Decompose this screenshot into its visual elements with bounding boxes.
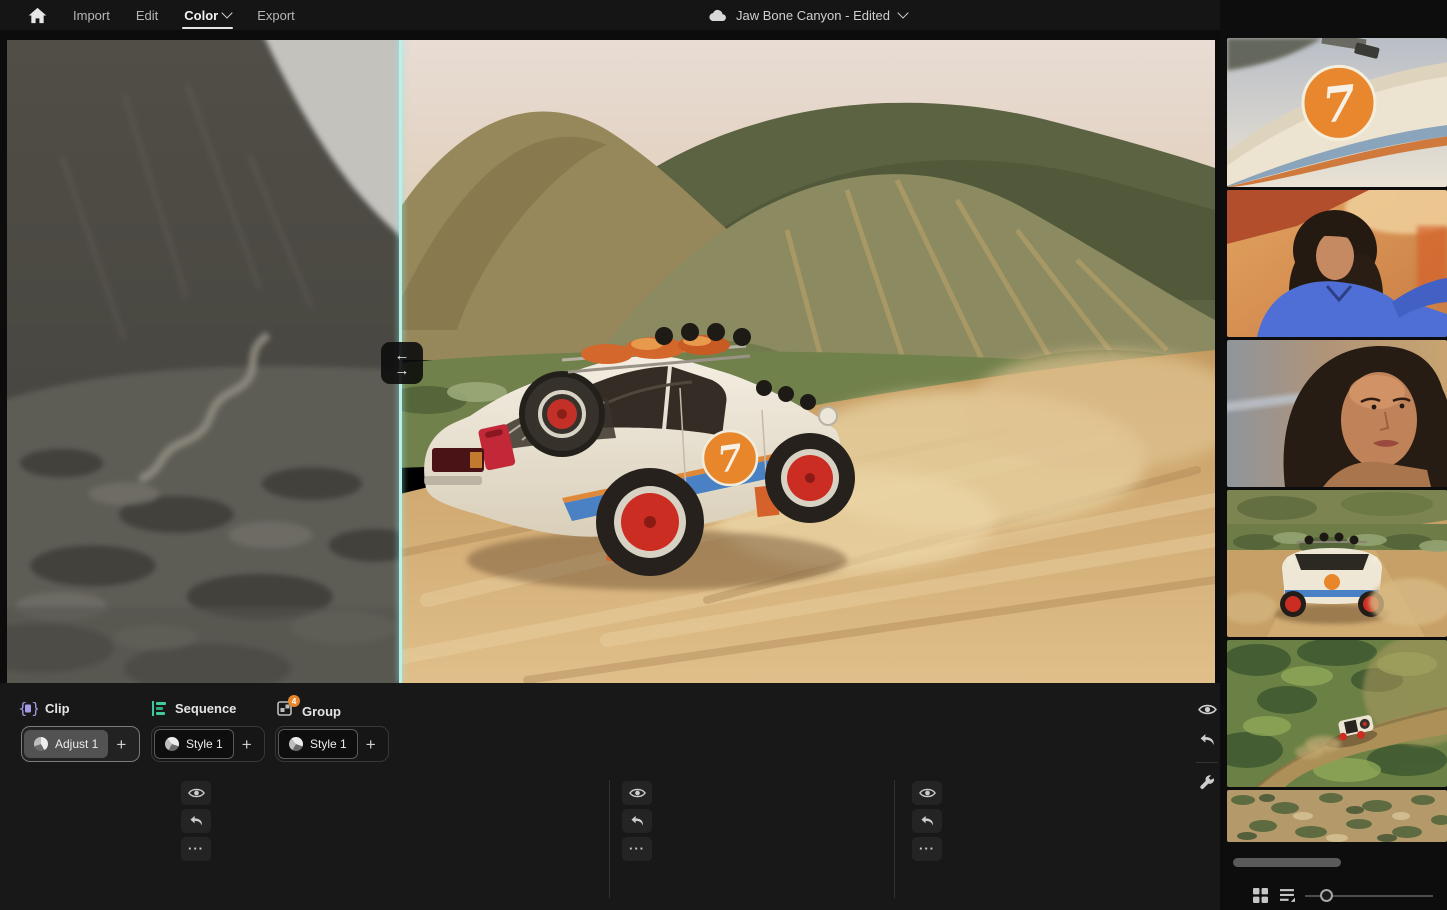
add-adjust-button[interactable]: + <box>108 736 134 753</box>
sequence-style-button[interactable]: Style 1 <box>154 729 234 759</box>
project-selector[interactable]: Jaw Bone Canyon - Edited <box>708 0 907 30</box>
basic-visibility-toggle[interactable] <box>181 781 211 805</box>
thumbnail-car-front[interactable] <box>1227 490 1447 637</box>
eye-icon <box>188 787 205 799</box>
panel-visibility-toggle[interactable] <box>1196 701 1218 717</box>
tab-clip[interactable]: { } Clip <box>18 700 70 717</box>
chevron-down-icon <box>897 7 908 18</box>
aerial-thumb-art <box>1227 640 1447 787</box>
style-pie-icon <box>162 734 182 754</box>
ellipsis-icon: ··· <box>188 844 204 854</box>
arrow-left-icon: ← <box>395 348 410 363</box>
chevron-down-icon <box>222 7 233 18</box>
group-divider <box>609 780 610 898</box>
ellipsis-icon: ··· <box>919 844 935 854</box>
group-count-badge: 4 <box>288 695 300 707</box>
detail-visibility-toggle[interactable] <box>912 781 942 805</box>
sequence-icon <box>150 700 168 717</box>
cloud-icon <box>708 9 727 22</box>
filmstrip-scrollbar[interactable] <box>1233 858 1341 867</box>
compare-split-handle[interactable]: ← → <box>381 342 423 384</box>
clip-filmstrip: 7 <box>1220 0 1447 910</box>
color-controls-panel: { } Clip Sequence 4 <box>0 683 1220 910</box>
plane-thumb-art: 7 <box>1227 38 1447 187</box>
arrow-right-icon: → <box>395 363 410 378</box>
project-name: Jaw Bone Canyon - Edited <box>736 8 890 23</box>
clip-icon: { } <box>18 700 38 717</box>
thumbnail-car-aerial[interactable] <box>1227 640 1447 787</box>
undo-icon <box>920 815 935 828</box>
home-button[interactable] <box>28 7 47 24</box>
shift-reset-button[interactable] <box>622 809 652 833</box>
add-group-style-button[interactable]: + <box>358 736 384 753</box>
svg-text:}: } <box>31 700 38 717</box>
scrub-thumb-art <box>1227 790 1447 842</box>
list-view-icon[interactable] <box>1280 888 1295 908</box>
panel-reset-button[interactable] <box>1196 732 1218 748</box>
menu-color[interactable]: Color <box>184 0 231 30</box>
adjust-preset-button[interactable]: Adjust 1 <box>24 730 108 758</box>
ungraded-scene <box>7 40 399 683</box>
sequence-preset-box: Style 1 + <box>151 726 265 762</box>
undo-icon <box>1199 733 1216 748</box>
detail-reset-button[interactable] <box>912 809 942 833</box>
menu-edit[interactable]: Edit <box>136 0 158 30</box>
thumbnail-plane[interactable]: 7 <box>1227 38 1447 187</box>
thumbnail-desert-scrub[interactable] <box>1227 790 1447 842</box>
style-pie-icon <box>286 734 306 754</box>
basic-reset-button[interactable] <box>181 809 211 833</box>
group-divider <box>894 780 895 898</box>
thumbnail-woman-blue[interactable] <box>1227 190 1447 337</box>
grid-view-icon[interactable] <box>1253 888 1268 908</box>
menu-export[interactable]: Export <box>257 0 295 30</box>
eye-icon <box>1198 703 1217 716</box>
ungraded-half <box>7 40 399 683</box>
basic-more-options[interactable]: ··· <box>181 837 211 861</box>
tab-sequence[interactable]: Sequence <box>150 700 236 717</box>
eye-icon <box>919 787 936 799</box>
menu-import[interactable]: Import <box>73 0 110 30</box>
add-sequence-style-button[interactable]: + <box>234 736 260 753</box>
tab-group[interactable]: 4 Group <box>277 700 341 722</box>
active-menu-underline <box>182 27 233 29</box>
shift-more-options[interactable]: ··· <box>622 837 652 861</box>
right-column-divider <box>1196 762 1218 763</box>
wrench-icon <box>1199 774 1215 790</box>
program-monitor[interactable]: 7 <box>7 40 1215 683</box>
undo-icon <box>189 815 204 828</box>
clip-preset-box: Adjust 1 + <box>21 726 140 762</box>
eye-icon <box>629 787 646 799</box>
home-icon <box>28 7 47 24</box>
shift-visibility-toggle[interactable] <box>622 781 652 805</box>
color-grading-app: Import Edit Color Export Jaw Bone Canyon… <box>0 0 1447 910</box>
thumbnail-face-closeup[interactable] <box>1227 340 1447 487</box>
group-style-button[interactable]: Style 1 <box>278 729 358 759</box>
woman-thumb-art <box>1227 190 1447 337</box>
ellipsis-icon: ··· <box>629 844 645 854</box>
plane-roundel-number: 7 <box>1320 75 1359 135</box>
adjust-pie-icon <box>34 737 48 751</box>
advanced-tools-button[interactable] <box>1196 773 1218 791</box>
group-preset-box: Style 1 + <box>275 726 389 762</box>
face-thumb-art <box>1227 340 1447 487</box>
thumbnail-size-slider-knob[interactable] <box>1320 889 1333 902</box>
detail-more-options[interactable]: ··· <box>912 837 942 861</box>
undo-icon <box>630 815 645 828</box>
car-front-thumb-art <box>1227 490 1447 637</box>
